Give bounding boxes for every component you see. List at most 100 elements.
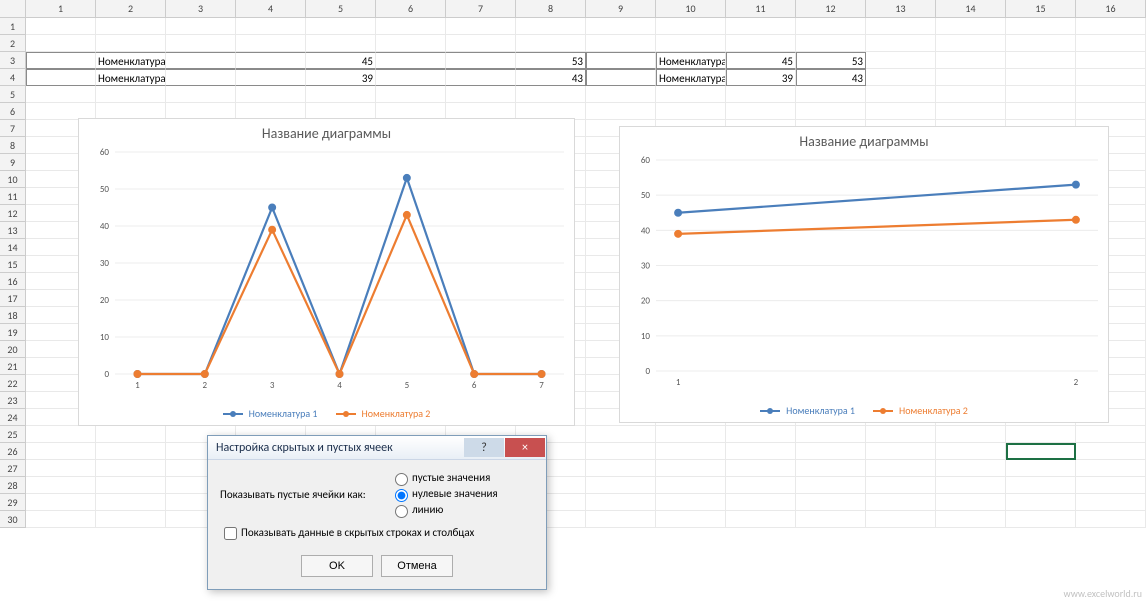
cell[interactable]	[376, 86, 446, 103]
radio-gaps[interactable]: пустые значения	[390, 471, 490, 484]
cell[interactable]	[96, 426, 166, 443]
cell[interactable]	[516, 18, 586, 35]
cell[interactable]	[1076, 35, 1146, 52]
cell[interactable]	[306, 86, 376, 103]
cell[interactable]	[936, 477, 1006, 494]
cell[interactable]	[1076, 69, 1146, 86]
cell[interactable]	[796, 18, 866, 35]
cancel-button[interactable]: Отмена	[381, 555, 453, 577]
row-header[interactable]: 18	[0, 307, 26, 324]
cell[interactable]	[26, 494, 96, 511]
row-header[interactable]: 5	[0, 86, 26, 103]
cell[interactable]	[726, 460, 796, 477]
row-header[interactable]: 21	[0, 358, 26, 375]
cell[interactable]	[936, 460, 1006, 477]
cell[interactable]	[866, 460, 936, 477]
close-icon[interactable]: ×	[505, 438, 545, 457]
column-header[interactable]: 14	[936, 0, 1006, 18]
cell[interactable]	[586, 460, 656, 477]
cell[interactable]	[96, 443, 166, 460]
cell[interactable]	[796, 426, 866, 443]
cell[interactable]	[236, 35, 306, 52]
row-header[interactable]: 28	[0, 477, 26, 494]
cell[interactable]	[726, 477, 796, 494]
cell[interactable]	[26, 460, 96, 477]
cell[interactable]	[796, 86, 866, 103]
cell[interactable]	[586, 477, 656, 494]
row-header[interactable]: 23	[0, 392, 26, 409]
cell[interactable]: 39	[306, 69, 376, 86]
cell[interactable]	[26, 511, 96, 528]
cell[interactable]	[1006, 494, 1076, 511]
cell[interactable]	[656, 103, 726, 120]
row-header[interactable]: 19	[0, 324, 26, 341]
cell[interactable]	[726, 35, 796, 52]
cell[interactable]	[96, 494, 166, 511]
cell[interactable]	[26, 477, 96, 494]
cell[interactable]	[726, 494, 796, 511]
row-header[interactable]: 17	[0, 290, 26, 307]
cell[interactable]	[866, 18, 936, 35]
cell[interactable]	[866, 426, 936, 443]
cell[interactable]	[586, 443, 656, 460]
cell[interactable]	[376, 69, 446, 86]
row-header[interactable]: 30	[0, 511, 26, 528]
cell[interactable]	[866, 35, 936, 52]
chart-right[interactable]: Название диаграммы 010203040506012 Номен…	[619, 126, 1109, 423]
cell[interactable]	[96, 477, 166, 494]
chart-left[interactable]: Название диаграммы 01020304050601234567 …	[78, 118, 575, 426]
row-header[interactable]: 6	[0, 103, 26, 120]
cell[interactable]	[1076, 18, 1146, 35]
cell[interactable]	[446, 86, 516, 103]
cell[interactable]	[446, 18, 516, 35]
cell[interactable]	[726, 426, 796, 443]
cell[interactable]	[1006, 477, 1076, 494]
cell[interactable]	[376, 18, 446, 35]
cell[interactable]	[96, 35, 166, 52]
cell[interactable]	[586, 69, 656, 86]
cell[interactable]	[726, 18, 796, 35]
column-header[interactable]: 2	[96, 0, 166, 18]
column-header[interactable]: 4	[236, 0, 306, 18]
row-header[interactable]: 15	[0, 256, 26, 273]
cell[interactable]	[796, 477, 866, 494]
show-hidden-checkbox[interactable]: Показывать данные в скрытых строках и ст…	[220, 524, 474, 543]
cell[interactable]	[586, 426, 656, 443]
cell[interactable]	[166, 52, 236, 69]
row-header[interactable]: 16	[0, 273, 26, 290]
cell[interactable]: Номенклатура 2	[96, 69, 166, 86]
row-header[interactable]: 7	[0, 120, 26, 137]
cell[interactable]	[1076, 477, 1146, 494]
cell[interactable]	[236, 52, 306, 69]
cell[interactable]	[96, 511, 166, 528]
column-header[interactable]: 16	[1076, 0, 1146, 18]
cell[interactable]	[166, 69, 236, 86]
cell[interactable]	[586, 511, 656, 528]
cell[interactable]	[1006, 103, 1076, 120]
column-header[interactable]: 5	[306, 0, 376, 18]
cell[interactable]	[866, 69, 936, 86]
cell[interactable]	[1006, 511, 1076, 528]
row-header[interactable]: 10	[0, 171, 26, 188]
cell[interactable]	[26, 443, 96, 460]
column-header[interactable]: 6	[376, 0, 446, 18]
cell[interactable]	[306, 18, 376, 35]
cell[interactable]	[866, 511, 936, 528]
cell[interactable]: 53	[796, 52, 866, 69]
row-header[interactable]: 22	[0, 375, 26, 392]
cell[interactable]	[1076, 426, 1146, 443]
help-icon[interactable]: ?	[464, 438, 504, 457]
cell[interactable]	[936, 18, 1006, 35]
cell[interactable]: Номенклатура 1	[656, 52, 726, 69]
column-header[interactable]: 15	[1006, 0, 1076, 18]
cell[interactable]	[26, 86, 96, 103]
dialog-titlebar[interactable]: Настройка скрытых и пустых ячеек ? ×	[208, 436, 546, 460]
cell[interactable]	[726, 443, 796, 460]
column-header[interactable]: 10	[656, 0, 726, 18]
row-header[interactable]: 27	[0, 460, 26, 477]
cell[interactable]	[796, 103, 866, 120]
ok-button[interactable]: OK	[301, 555, 373, 577]
radio-line[interactable]: линию	[390, 503, 443, 516]
cell[interactable]	[936, 86, 1006, 103]
row-header[interactable]: 29	[0, 494, 26, 511]
